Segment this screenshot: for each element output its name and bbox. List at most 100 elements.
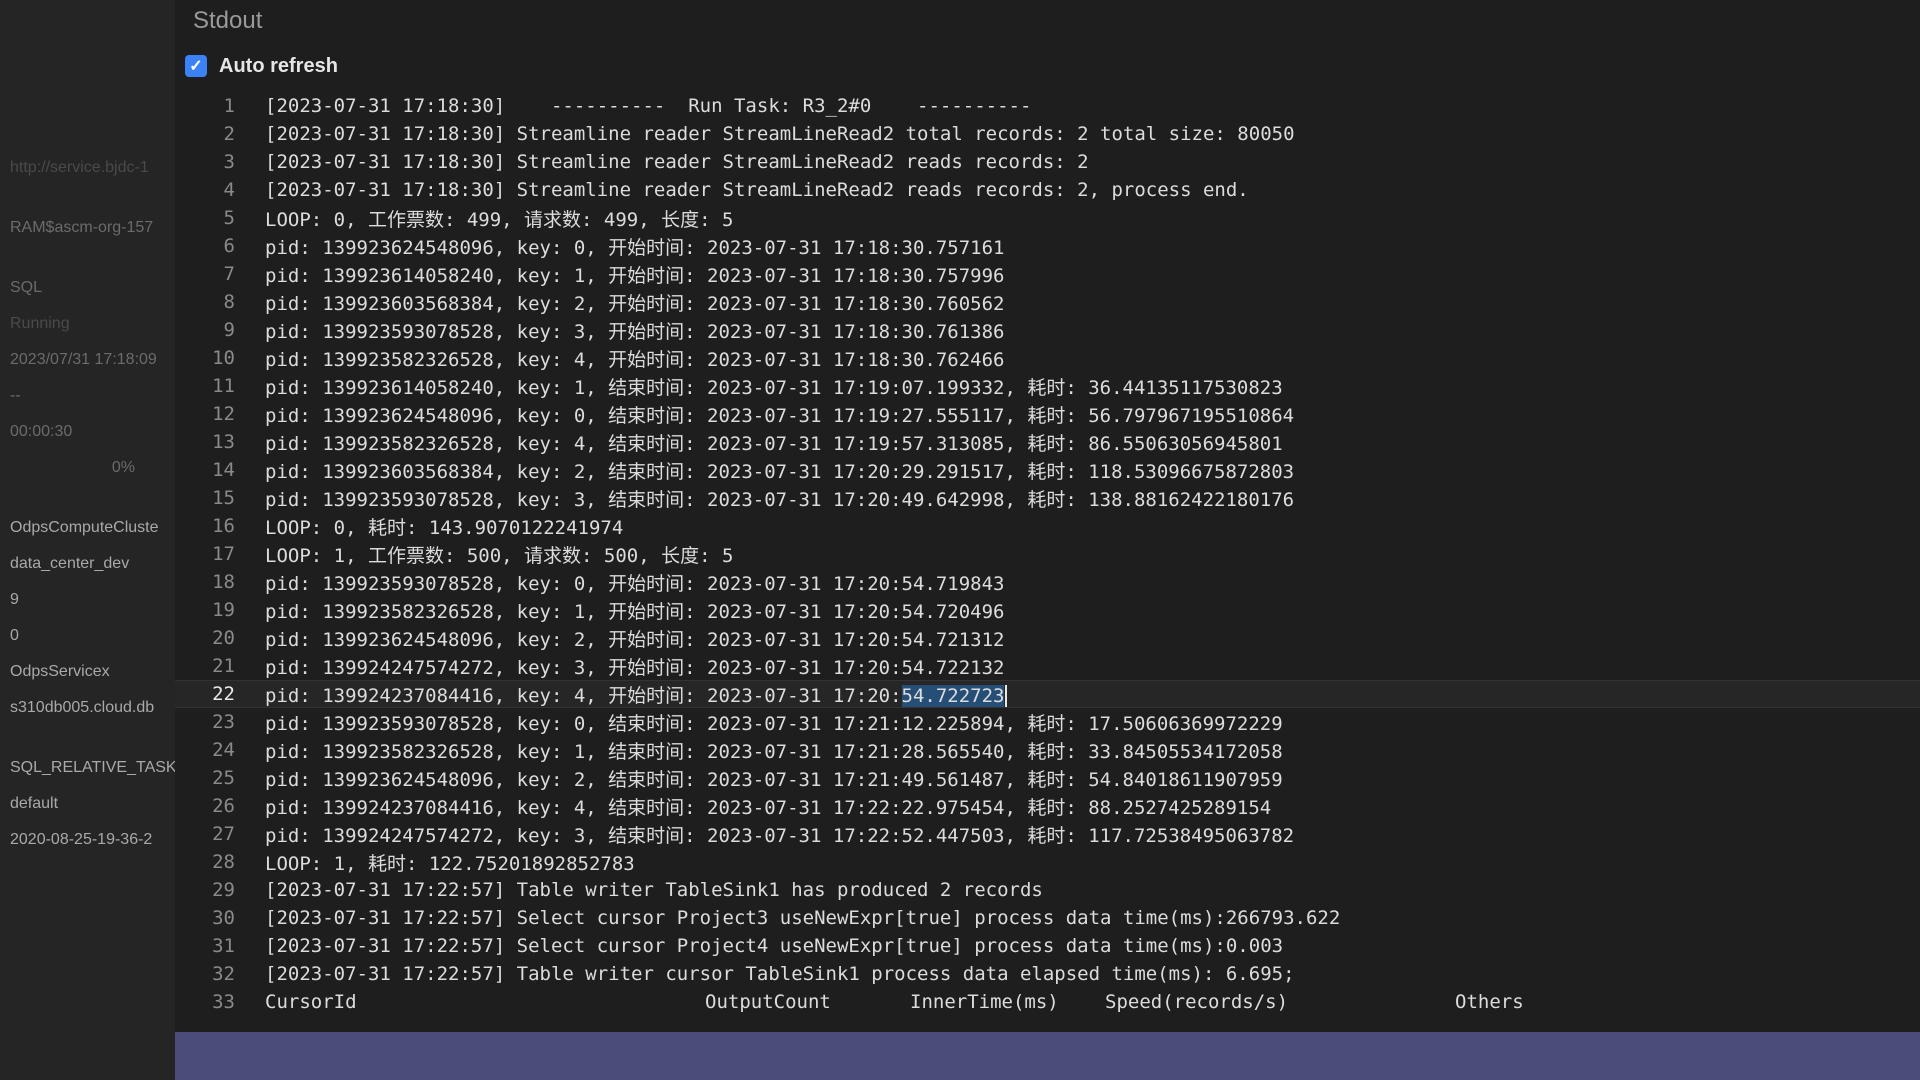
console-line: 30 [2023-07-31 17:22:57] Select cursor Pr… [175,904,1920,932]
line-number: 8 [223,291,235,313]
line-text: pid: 139924247574272, key: 3, 开始时间: 2023… [265,656,1005,679]
line-text: pid: 139923593078528, key: 3, 开始时间: 2023… [265,320,1005,343]
line-text: LOOP: 0, 耗时: 143.9070122241974 [265,516,624,539]
sidebar-item-quota: default [10,795,59,812]
line-number: 28 [212,851,235,873]
sidebar-item-owner: RAM$ascm-org-157 [10,219,154,236]
line-text-prefix: pid: 139924237084416, key: 4, 开始时间: 2023… [265,684,902,707]
line-text: pid: 139923624548096, key: 2, 开始时间: 2023… [265,628,1005,651]
col-cursor-id: CursorId [265,991,357,1013]
sidebar-item-host: s310db005.cloud.db [10,699,155,716]
line-number: 19 [212,599,235,621]
line-text: pid: 139923603568384, key: 2, 结束时间: 2023… [265,460,1295,483]
console-line: 3 [2023-07-31 17:18:30] Streamline reader… [175,148,1920,176]
console-line: 13 pid: 139923582326528, key: 4, 结束时间: 20… [175,428,1920,456]
horizontal-scrollbar[interactable] [175,1032,1920,1080]
line-number: 20 [212,627,235,649]
line-text: pid: 139924237084416, key: 4, 开始时间: 2023… [265,681,1008,708]
console-line: 24 pid: 139923582326528, key: 1, 结束时间: 20… [175,736,1920,764]
line-number: 33 [212,991,235,1013]
console-line: 4 [2023-07-31 17:18:30] Streamline reader… [175,176,1920,204]
console-line: 10 pid: 139923582326528, key: 4, 开始时间: 20… [175,344,1920,372]
line-number: 30 [212,907,235,929]
line-number: 17 [212,543,235,565]
line-text: pid: 139923593078528, key: 3, 结束时间: 2023… [265,488,1295,511]
line-text: pid: 139924237084416, key: 4, 结束时间: 2023… [265,796,1272,819]
selected-text[interactable]: 54.722723 [901,684,1005,707]
col-others: Others [1455,991,1524,1013]
console-line: 14 pid: 139923603568384, key: 2, 结束时间: 20… [175,456,1920,484]
line-number: 2 [223,123,235,145]
stdout-panel: Stdout ✓ Auto refresh 1 [2023-07-31 17:18… [175,0,1920,1080]
console-line: 25 pid: 139923624548096, key: 2, 结束时间: 20… [175,764,1920,792]
line-text: pid: 139923614058240, key: 1, 结束时间: 2023… [265,376,1283,399]
sidebar-item-task-name: SQL_RELATIVE_TASK [10,759,175,776]
console-line: 8 pid: 139923603568384, key: 2, 开始时间: 202… [175,288,1920,316]
text-cursor [1005,685,1008,707]
line-text: [2023-07-31 17:22:57] Table writer Table… [265,879,1043,901]
line-number: 4 [223,179,235,201]
console-line: 12 pid: 139923624548096, key: 0, 结束时间: 20… [175,400,1920,428]
line-text: [2023-07-31 17:22:57] Select cursor Proj… [265,935,1284,957]
line-text: pid: 139923582326528, key: 4, 结束时间: 2023… [265,432,1283,455]
line-number: 23 [212,711,235,733]
sidebar-item-url[interactable]: http://service.bjdc-1 [0,150,175,186]
console-line: 21 pid: 139924247574272, key: 3, 开始时间: 20… [175,652,1920,680]
console-line: 15 pid: 139923593078528, key: 3, 结束时间: 20… [175,484,1920,512]
line-text: pid: 139923624548096, key: 0, 开始时间: 2023… [265,236,1005,259]
line-text: LOOP: 0, 工作票数: 499, 请求数: 499, 长度: 5 [265,208,734,231]
console-line: 31 [2023-07-31 17:22:57] Select cursor Pr… [175,932,1920,960]
sidebar-item-progress: 0% [111,459,135,476]
line-number: 32 [212,963,235,985]
console-line: 16 LOOP: 0, 耗时: 143.9070122241974 [175,512,1920,540]
console-line: 23 pid: 139923593078528, key: 0, 结束时间: 20… [175,708,1920,736]
line-text: [2023-07-31 17:18:30] ---------- Run Tas… [265,95,1032,117]
line-number: 1 [223,95,235,117]
line-text: pid: 139923614058240, key: 1, 开始时间: 2023… [265,264,1005,287]
line-number: 3 [223,151,235,173]
line-number: 12 [212,403,235,425]
line-number: 18 [212,571,235,593]
line-text: pid: 139923582326528, key: 1, 开始时间: 2023… [265,600,1005,623]
line-text: pid: 139923624548096, key: 2, 结束时间: 2023… [265,768,1283,791]
console-line: 6 pid: 139923624548096, key: 0, 开始时间: 202… [175,232,1920,260]
line-text: [2023-07-31 17:22:57] Select cursor Proj… [265,907,1341,929]
line-text: pid: 139923582326528, key: 1, 结束时间: 2023… [265,740,1283,763]
line-number: 25 [212,767,235,789]
sidebar-item-service: OdpsServicex [10,663,110,680]
line-text: [2023-07-31 17:18:30] Streamline reader … [265,179,1249,201]
cursor-stats-header: 33 CursorId OutputCount InnerTime(ms) Speed(… [175,988,1920,1016]
line-text: pid: 139923593078528, key: 0, 开始时间: 2023… [265,572,1005,595]
line-number: 31 [212,935,235,957]
line-number: 14 [212,459,235,481]
console-line: 28 LOOP: 1, 耗时: 122.7520189285278​3 [175,848,1920,876]
col-speed: Speed(records/s) [1105,991,1289,1013]
col-output-count: OutputCount [705,991,831,1013]
line-number: 29 [212,879,235,901]
sidebar-item-status: Running [10,315,70,332]
sidebar-item-project: data_center_dev [10,555,130,572]
stdout-console[interactable]: 1 [2023-07-31 17:18:30] ---------- Run Ta… [175,92,1920,1032]
sidebar-item-cluster: OdpsComputeCluste [10,519,159,536]
line-number: 5 [223,207,235,229]
line-text: LOOP: 1, 耗时: 122.7520189285278​3 [265,852,635,875]
console-line: 9 pid: 139923593078528, key: 3, 开始时间: 202… [175,316,1920,344]
checkbox-checked-icon[interactable]: ✓ [185,55,207,77]
console-line: 2 [2023-07-31 17:18:30] Streamline reader… [175,120,1920,148]
line-text: pid: 139923582326528, key: 4, 开始时间: 2023… [265,348,1005,371]
auto-refresh-toggle[interactable]: ✓ Auto refresh [175,42,1920,90]
sidebar-item-end-time: -- [10,387,21,404]
sidebar-item-start-time: 2023/07/31 17:18:09 [10,351,157,368]
line-number: 11 [212,375,235,397]
line-number: 7 [223,263,235,285]
line-text: LOOP: 1, 工作票数: 500, 请求数: 500, 长度: 5 [265,544,734,567]
line-number: 26 [212,795,235,817]
console-line: 22 pid: 139924237084416, key: 4, 开始时间: 20… [175,680,1920,708]
line-text: pid: 139924247574272, key: 3, 结束时间: 2023… [265,824,1295,847]
line-number: 13 [212,431,235,453]
line-number: 6 [223,235,235,257]
line-number: 10 [212,347,235,369]
console-line: 29 [2023-07-31 17:22:57] Table writer Tab… [175,876,1920,904]
panel-title: Stdout [193,7,263,34]
sidebar-item-retry: 0 [10,627,19,644]
